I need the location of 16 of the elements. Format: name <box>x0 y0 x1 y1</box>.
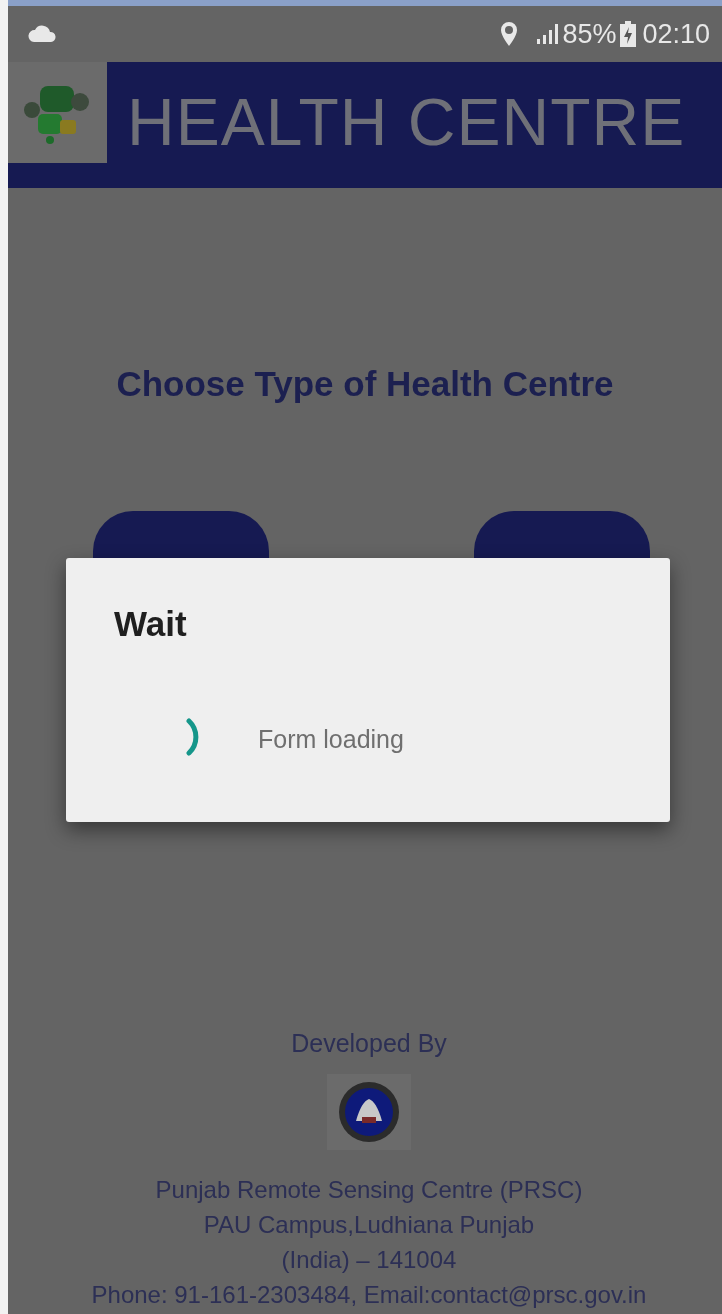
location-icon <box>500 21 519 47</box>
battery-percent: 85% <box>562 17 617 51</box>
battery-charging-icon <box>620 21 637 47</box>
footer-text: PAU Campus,Ludhiana Punjab <box>203 1210 535 1240</box>
cloud-icon <box>28 25 58 43</box>
dialog-message: Form loading <box>258 724 404 754</box>
footer-text: Phone: 91-161-2303484, Email:contact@prsc.gov.in <box>91 1280 647 1310</box>
footer-text: Punjab Remote Sensing Centre (PRSC) <box>155 1175 583 1205</box>
app-title: HEALTH CENTRE <box>127 84 686 160</box>
signal-icon <box>536 23 561 45</box>
emblem-drawing <box>338 1081 400 1143</box>
footer-text: (India) – 141004 <box>281 1245 457 1275</box>
developed-by-caption: Developed By <box>291 1028 447 1059</box>
dialog-title: Wait <box>114 604 187 644</box>
page-heading: Choose Type of Health Centre <box>115 363 615 405</box>
clock-time: 02:10 <box>642 17 710 51</box>
